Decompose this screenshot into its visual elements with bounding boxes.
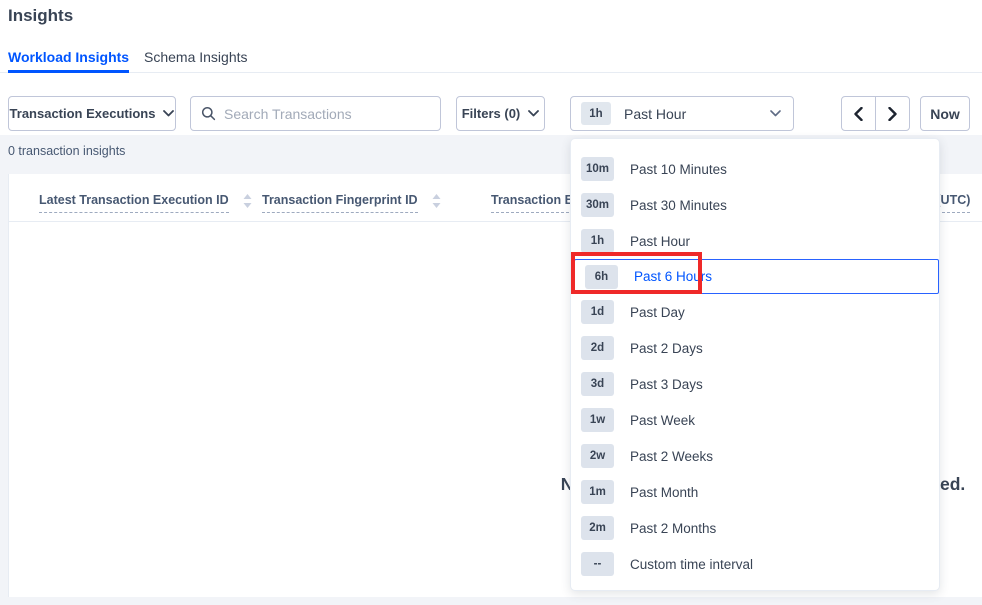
chevron-left-icon bbox=[854, 107, 863, 121]
tab-workload-insights[interactable]: Workload Insights bbox=[8, 49, 129, 73]
filters-button[interactable]: Filters (0) bbox=[456, 96, 545, 131]
time-option[interactable]: 2d Past 2 Days bbox=[571, 330, 939, 366]
time-option-label: Past 10 Minutes bbox=[630, 162, 727, 177]
filters-label: Filters (0) bbox=[462, 106, 521, 121]
time-option-label: Past 2 Weeks bbox=[630, 449, 713, 464]
time-option-badge: -- bbox=[581, 552, 614, 576]
time-option-label: Past 30 Minutes bbox=[630, 198, 727, 213]
time-option[interactable]: 1h Past Hour bbox=[571, 223, 939, 259]
search-input[interactable] bbox=[224, 106, 430, 122]
page-title: Insights bbox=[8, 6, 73, 26]
time-option[interactable]: 2w Past 2 Weeks bbox=[571, 438, 939, 474]
sort-icon[interactable] bbox=[243, 194, 252, 208]
time-option[interactable]: 1d Past Day bbox=[571, 294, 939, 330]
time-option[interactable]: 3d Past 3 Days bbox=[571, 366, 939, 402]
sort-icon[interactable] bbox=[432, 194, 441, 208]
time-option[interactable]: 1m Past Month bbox=[571, 474, 939, 510]
time-option-label: Custom time interval bbox=[630, 557, 753, 572]
time-option-label: Past Month bbox=[630, 485, 698, 500]
now-button[interactable]: Now bbox=[920, 96, 970, 131]
chevron-down-icon bbox=[770, 110, 781, 117]
column-header-label: Transaction Fingerprint ID bbox=[262, 193, 418, 213]
time-option[interactable]: 1w Past Week bbox=[571, 402, 939, 438]
time-option-label: Past 2 Months bbox=[630, 521, 716, 536]
time-option-label: Past 3 Days bbox=[630, 377, 703, 392]
time-option-label: Past Day bbox=[630, 305, 685, 320]
previous-range-button[interactable] bbox=[842, 97, 876, 130]
search-icon bbox=[201, 106, 216, 121]
search-box bbox=[190, 96, 441, 131]
tab-bar: Workload Insights Schema Insights bbox=[0, 46, 982, 73]
time-option-badge: 2w bbox=[581, 444, 614, 468]
execution-type-label: Transaction Executions bbox=[10, 106, 156, 121]
chevron-down-icon bbox=[528, 110, 539, 117]
time-option-badge: 30m bbox=[581, 193, 614, 217]
time-option-badge: 1h bbox=[581, 229, 614, 253]
time-option-badge: 2m bbox=[581, 516, 614, 540]
time-option-badge: 6h bbox=[585, 265, 618, 289]
time-option-badge: 3d bbox=[581, 372, 614, 396]
chevron-right-icon bbox=[888, 107, 897, 121]
time-option[interactable]: 30m Past 30 Minutes bbox=[571, 187, 939, 223]
column-header[interactable]: Transaction Fingerprint ID bbox=[262, 193, 441, 213]
time-option-label: Past 6 Hours bbox=[634, 269, 712, 284]
column-header[interactable]: Latest Transaction Execution ID bbox=[39, 193, 252, 213]
page-header: Insights Workload Insights Schema Insigh… bbox=[0, 0, 982, 135]
time-interval-dropdown: 10m Past 10 Minutes 30m Past 30 Minutes … bbox=[570, 138, 940, 591]
time-interval-select[interactable]: 1h Past Hour bbox=[570, 96, 794, 131]
time-option-badge: 1m bbox=[581, 480, 614, 504]
time-option-badge: 1w bbox=[581, 408, 614, 432]
time-option[interactable]: 10m Past 10 Minutes bbox=[571, 151, 939, 187]
time-option-label: Past Week bbox=[630, 413, 695, 428]
insights-count: 0 transaction insights bbox=[8, 144, 125, 158]
time-option[interactable]: -- Custom time interval bbox=[571, 546, 939, 582]
column-header-label: Latest Transaction Execution ID bbox=[39, 193, 229, 213]
time-option-badge: 2d bbox=[581, 336, 614, 360]
time-interval-label: Past Hour bbox=[624, 106, 757, 122]
time-range-arrows bbox=[841, 96, 910, 131]
insights-page: Insights Workload Insights Schema Insigh… bbox=[0, 0, 982, 605]
next-range-button[interactable] bbox=[876, 97, 909, 130]
tab-schema-insights[interactable]: Schema Insights bbox=[144, 49, 248, 73]
time-option-label: Past 2 Days bbox=[630, 341, 703, 356]
time-option-badge: 10m bbox=[581, 157, 614, 181]
time-option[interactable]: 2m Past 2 Months bbox=[571, 510, 939, 546]
time-interval-badge: 1h bbox=[581, 102, 611, 125]
chevron-down-icon bbox=[163, 110, 174, 117]
time-option-badge: 1d bbox=[581, 300, 614, 324]
time-option[interactable]: 6h Past 6 Hours bbox=[574, 259, 939, 294]
execution-type-select[interactable]: Transaction Executions bbox=[8, 96, 176, 131]
time-option-label: Past Hour bbox=[630, 234, 690, 249]
